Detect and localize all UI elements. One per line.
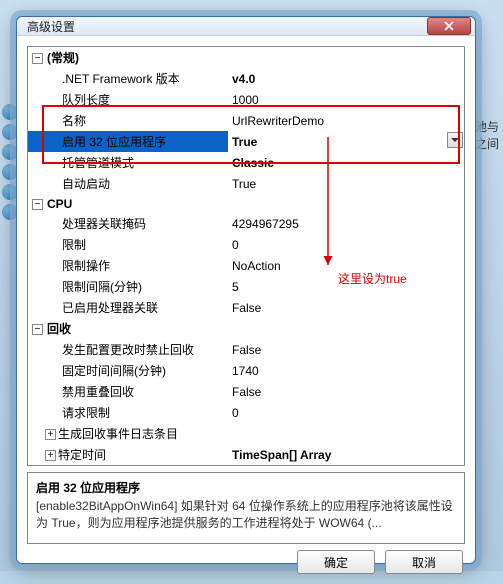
property-name: 请求限制 <box>62 406 110 420</box>
property-row[interactable]: 自动启动 True <box>28 173 464 194</box>
close-icon <box>444 21 454 31</box>
property-row[interactable]: 处理器关联掩码 4294967295 <box>28 213 464 234</box>
property-value: 1740 <box>232 364 259 378</box>
property-name: 启用 32 位应用程序 <box>62 135 166 149</box>
property-name: 特定时间 <box>58 448 106 462</box>
property-name: 已启用处理器关联 <box>62 301 158 315</box>
property-name: 禁用重叠回收 <box>62 385 134 399</box>
property-name: 自动启动 <box>62 177 110 191</box>
cancel-button[interactable]: 取消 <box>385 550 463 574</box>
property-name: 限制 <box>62 238 86 252</box>
property-name: 名称 <box>62 114 86 128</box>
category-row[interactable]: −CPU <box>28 194 464 213</box>
property-row[interactable]: 托管管道模式 Classic <box>28 152 464 173</box>
property-row[interactable]: 队列长度 1000 <box>28 89 464 110</box>
property-value: UrlRewriterDemo <box>232 114 324 128</box>
property-name: 限制操作 <box>62 259 110 273</box>
property-row[interactable]: 限制 0 <box>28 234 464 255</box>
expand-icon[interactable]: + <box>45 429 56 440</box>
category-row[interactable]: −(常规) <box>28 47 464 68</box>
property-name: 托管管道模式 <box>62 156 134 170</box>
property-name: 固定时间间隔(分钟) <box>62 364 166 378</box>
property-name: 处理器关联掩码 <box>62 217 146 231</box>
advanced-settings-dialog: 高级设置 −(常规).NET Framework 版本v4.0队列长度1000名… <box>16 16 476 564</box>
category-row[interactable]: −回收 <box>28 318 464 339</box>
property-row[interactable]: .NET Framework 版本 v4.0 <box>28 68 464 89</box>
property-row[interactable]: 限制间隔(分钟) 5 <box>28 276 464 297</box>
ok-button[interactable]: 确定 <box>297 550 375 574</box>
description-title: 启用 32 位应用程序 <box>36 479 456 496</box>
collapse-icon[interactable]: − <box>32 199 43 210</box>
property-name: 生成回收事件日志条目 <box>58 427 178 441</box>
property-row[interactable]: +生成回收事件日志条目 <box>28 423 464 444</box>
property-value: 0 <box>232 238 239 252</box>
property-value: 0 <box>232 406 239 420</box>
property-value: 5 <box>232 280 239 294</box>
expand-icon[interactable]: + <box>45 450 56 461</box>
property-value: NoAction <box>232 259 281 273</box>
property-value: Classic <box>232 156 274 170</box>
property-row[interactable]: 限制操作 NoAction <box>28 255 464 276</box>
property-value: False <box>232 385 261 399</box>
collapse-icon[interactable]: − <box>32 324 43 335</box>
property-row[interactable]: 请求限制 0 <box>28 402 464 423</box>
property-row[interactable]: 固定时间间隔(分钟) 1740 <box>28 360 464 381</box>
property-value: False <box>232 301 261 315</box>
property-row[interactable]: 已启用处理器关联 False <box>28 297 464 318</box>
collapse-icon[interactable]: − <box>32 53 43 64</box>
property-row[interactable]: +特定时间 TimeSpan[] Array <box>28 444 464 465</box>
dropdown-button[interactable] <box>447 132 463 148</box>
property-name: 限制间隔(分钟) <box>62 280 142 294</box>
property-value: False <box>232 343 261 357</box>
property-value: True <box>232 135 257 149</box>
category-label: CPU <box>47 197 72 211</box>
property-row[interactable]: 启用 32 位应用程序 True <box>28 131 464 152</box>
property-row[interactable]: 禁用重叠回收 False <box>28 381 464 402</box>
property-name: .NET Framework 版本 <box>62 72 180 86</box>
property-value: True <box>232 177 256 191</box>
property-value: 1000 <box>232 93 259 107</box>
close-button[interactable] <box>427 17 471 35</box>
property-name: 发生配置更改时禁止回收 <box>62 343 194 357</box>
property-row[interactable]: 名称 UrlRewriterDemo <box>28 110 464 131</box>
property-name: 队列长度 <box>62 93 110 107</box>
property-value: v4.0 <box>232 72 255 86</box>
property-row[interactable]: 发生配置更改时禁止回收 False <box>28 339 464 360</box>
property-grid[interactable]: −(常规).NET Framework 版本v4.0队列长度1000名称UrlR… <box>27 46 465 466</box>
category-label: (常规) <box>47 51 79 65</box>
property-value: 4294967295 <box>232 217 299 231</box>
category-label: 回收 <box>47 322 71 336</box>
property-value: TimeSpan[] Array <box>232 448 331 462</box>
description-body: [enable32BitAppOnWin64] 如果针对 64 位操作系统上的应… <box>36 498 456 532</box>
titlebar[interactable]: 高级设置 <box>17 17 475 36</box>
description-panel: 启用 32 位应用程序 [enable32BitAppOnWin64] 如果针对… <box>27 472 465 544</box>
window-title: 高级设置 <box>27 18 427 35</box>
